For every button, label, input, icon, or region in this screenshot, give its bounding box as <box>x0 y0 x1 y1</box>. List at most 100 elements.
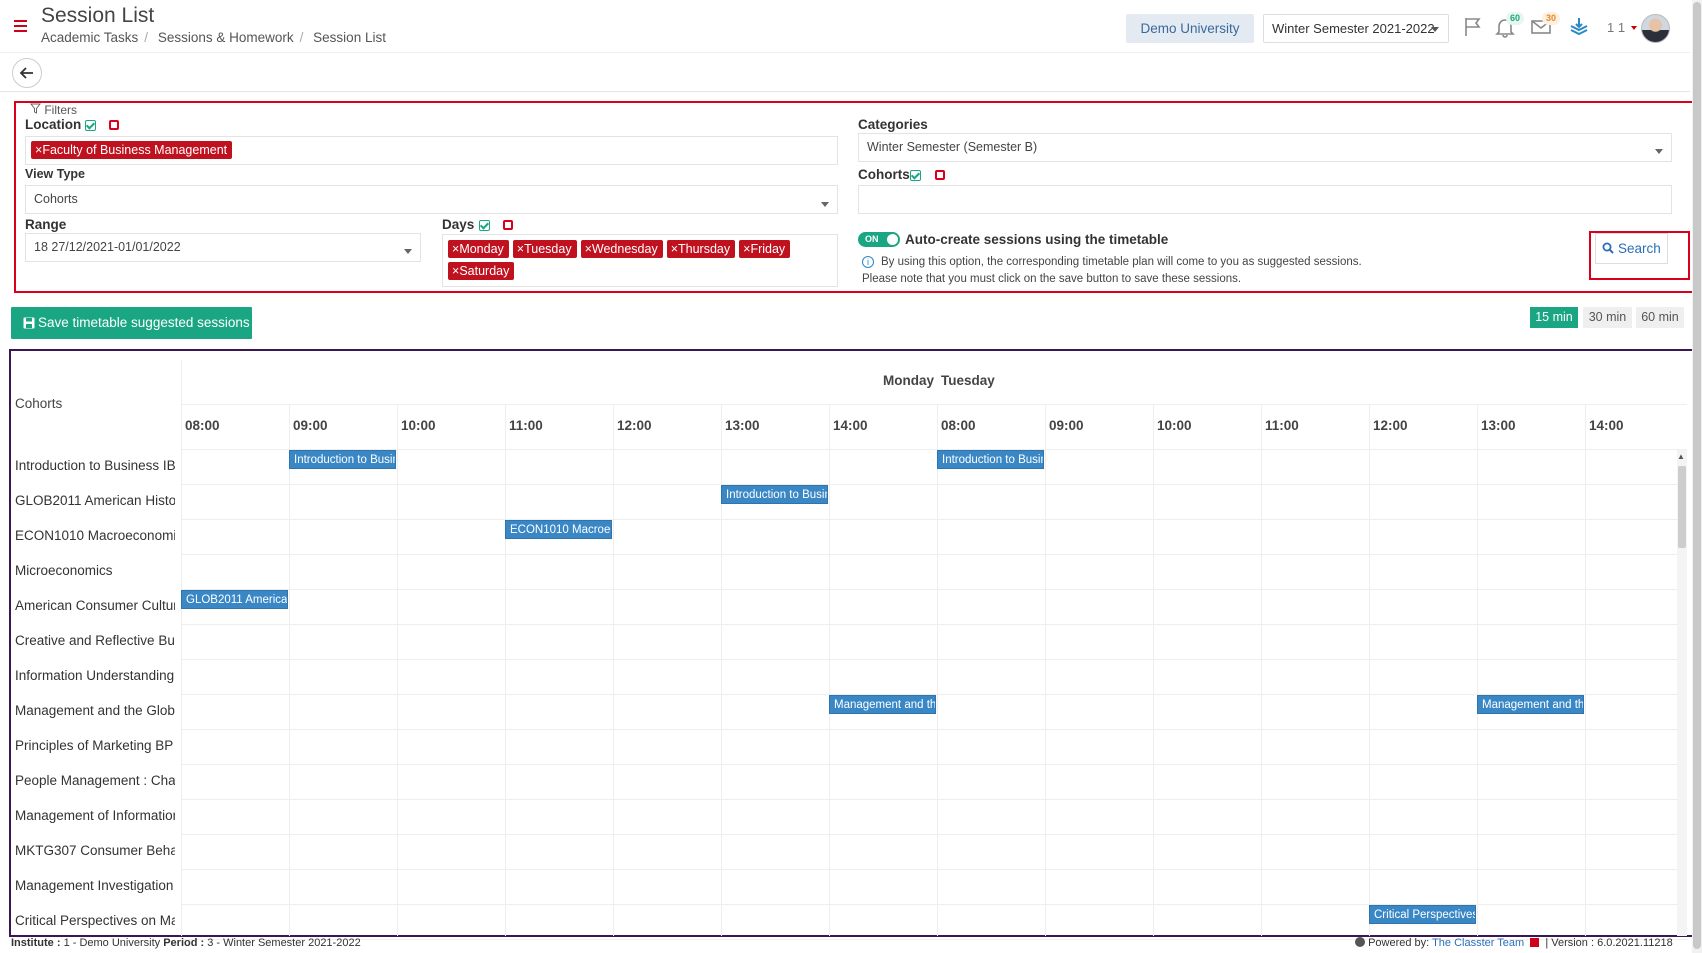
categories-select[interactable]: Winter Semester (Semester B) <box>858 133 1672 162</box>
avatar[interactable] <box>1641 14 1670 43</box>
breadcrumb-item[interactable]: Academic Tasks <box>41 30 138 45</box>
view-type-value: Cohorts <box>34 192 78 206</box>
period-value: 3 - Winter Semester 2021-2022 <box>207 937 361 949</box>
day-tag-label: Tuesday <box>524 242 572 256</box>
session-event[interactable]: Management and the Global <box>829 695 936 714</box>
day-tag[interactable]: ×Friday <box>739 240 791 258</box>
period-label: Period : <box>163 937 205 949</box>
cohort-row-label[interactable]: People Management : Challenges <box>15 773 175 788</box>
cohort-row-label[interactable]: Critical Perspectives on Marketing <box>15 913 175 928</box>
cohort-row-label[interactable]: Information Understanding <box>15 668 175 683</box>
day-tag[interactable]: ×Monday <box>448 240 509 258</box>
cohort-row-label[interactable]: Microeconomics <box>15 563 175 578</box>
clear-selection-icon[interactable] <box>935 170 945 180</box>
session-event[interactable]: Introduction to Business IB <box>937 450 1044 469</box>
search-label: Search <box>1617 241 1661 256</box>
day-tag[interactable]: ×Tuesday <box>512 240 577 258</box>
select-all-check-icon[interactable] <box>479 220 490 231</box>
flag-icon[interactable] <box>1462 16 1484 38</box>
cohort-row-label[interactable]: Management Investigation and <box>15 878 175 893</box>
cohort-row-label[interactable]: Creative and Reflective Business <box>15 633 175 648</box>
filters-heading: Filters <box>29 103 78 117</box>
location-tag[interactable]: ×Faculty of Business Management <box>31 141 233 159</box>
time-slot-label: 12:00 <box>617 418 652 433</box>
cohorts-multiselect[interactable] <box>858 185 1672 214</box>
view-type-select[interactable]: Cohorts <box>25 185 838 214</box>
session-event[interactable]: Introduction to Business IB <box>289 450 396 469</box>
user-name[interactable]: 1 1 <box>1607 20 1625 35</box>
time-slot-label: 11:00 <box>509 418 543 433</box>
grid-row-line <box>181 484 1687 485</box>
day-tag-label: Wednesday <box>591 242 658 256</box>
header-divider <box>0 52 1690 53</box>
cohort-row-label[interactable]: Management of Information <box>15 808 175 823</box>
days-multiselect[interactable]: ×Monday ×Tuesday ×Wednesday ×Thursday ×Frida… <box>442 234 838 287</box>
day-tag-label: Friday <box>750 242 786 256</box>
day-tag[interactable]: ×Thursday <box>666 240 736 258</box>
day-tag-label: Thursday <box>678 242 731 256</box>
university-button[interactable]: Demo University <box>1126 14 1254 43</box>
time-slot-label: 09:00 <box>293 418 328 433</box>
time-slot-label: 13:00 <box>1481 418 1516 433</box>
time-slot-label: 12:00 <box>1373 418 1408 433</box>
time-slot-label: 11:00 <box>1265 418 1299 433</box>
cohort-row-label[interactable]: MKTG307 Consumer Behaviour <box>15 843 175 858</box>
calendar-scrollbar-thumb[interactable] <box>1678 466 1686 548</box>
session-event[interactable]: Management and the Global <box>1477 695 1584 714</box>
top-header: Session List Academic Tasks / Sessions & … <box>0 0 1702 52</box>
zoom-15min-button[interactable]: 15 min <box>1530 307 1578 328</box>
day-tag[interactable]: ×Wednesday <box>580 240 663 258</box>
days-label: Days <box>442 217 475 232</box>
clear-selection-icon[interactable] <box>109 120 119 130</box>
cohort-row-label[interactable]: Principles of Marketing BP <box>15 738 175 753</box>
info-text-line2: Please note that you must click on the s… <box>862 273 1242 285</box>
categories-label: Categories <box>858 117 928 132</box>
auto-create-toggle[interactable]: ON <box>858 232 900 247</box>
save-suggested-sessions-button[interactable]: Save timetable suggested sessions <box>11 307 252 339</box>
user-caret-icon[interactable] <box>1631 26 1637 30</box>
select-all-check-icon[interactable] <box>910 170 921 181</box>
day-tag[interactable]: ×Saturday <box>448 262 515 280</box>
grid-row-line <box>181 404 1687 405</box>
floppy-disk-icon <box>23 317 35 329</box>
cohort-row-label[interactable]: American Consumer Culture <box>15 598 175 613</box>
session-event[interactable]: ECON1010 Macroeconomics <box>505 520 612 539</box>
time-slot-label: 10:00 <box>1157 418 1192 433</box>
info-text-line1: By using this option, the corresponding … <box>881 256 1362 268</box>
cohort-row-label[interactable]: GLOB2011 American History <box>15 493 175 508</box>
semester-select[interactable]: Winter Semester 2021-2022 <box>1263 14 1449 43</box>
chevron-down-icon <box>821 202 829 207</box>
search-button[interactable]: Search <box>1595 233 1668 264</box>
powered-by-link[interactable]: The Classter Team <box>1432 937 1524 949</box>
cohort-row-label[interactable]: ECON1010 Macroeconomics <box>15 528 175 543</box>
day-header-tuesday: Tuesday <box>941 373 995 388</box>
scroll-up-icon[interactable]: ▲ <box>1677 452 1685 461</box>
cohort-row-label[interactable]: Introduction to Business IB <box>15 458 175 473</box>
page-scrollbar-thumb[interactable] <box>1693 2 1701 949</box>
session-event[interactable]: GLOB2011 American History <box>181 590 288 609</box>
session-event[interactable]: Critical Perspectives <box>1369 905 1476 924</box>
zoom-60min-button[interactable]: 60 min <box>1636 307 1684 328</box>
location-multiselect[interactable]: ×Faculty of Business Management <box>25 136 838 165</box>
select-all-check-icon[interactable] <box>85 120 96 131</box>
layers-icon[interactable] <box>1568 16 1590 38</box>
messages-badge: 30 <box>1542 12 1560 25</box>
clear-selection-icon[interactable] <box>503 220 513 230</box>
bell-icon[interactable]: 60 <box>1494 12 1524 38</box>
arrow-left-icon <box>19 67 33 79</box>
filters-title: Filters <box>44 103 78 117</box>
cohort-row-label[interactable]: Management and the Global <box>15 703 175 718</box>
classter-logo-icon <box>1530 938 1540 947</box>
grid-row-line <box>181 659 1687 660</box>
session-event[interactable]: Introduction to Business IB <box>721 485 828 504</box>
toolbar-divider <box>0 91 1690 92</box>
location-label: Location <box>25 117 82 132</box>
institute-value: 1 - Demo University <box>63 937 161 949</box>
zoom-30min-button[interactable]: 30 min <box>1583 307 1632 328</box>
breadcrumb-item[interactable]: Sessions & Homework <box>158 30 294 45</box>
hamburger-menu-icon[interactable] <box>14 20 27 32</box>
envelope-icon[interactable]: 30 <box>1530 12 1560 38</box>
timeline-calendar <box>9 349 1694 937</box>
back-button[interactable] <box>12 58 42 88</box>
range-select[interactable]: 18 27/12/2021-01/01/2022 <box>25 233 421 262</box>
